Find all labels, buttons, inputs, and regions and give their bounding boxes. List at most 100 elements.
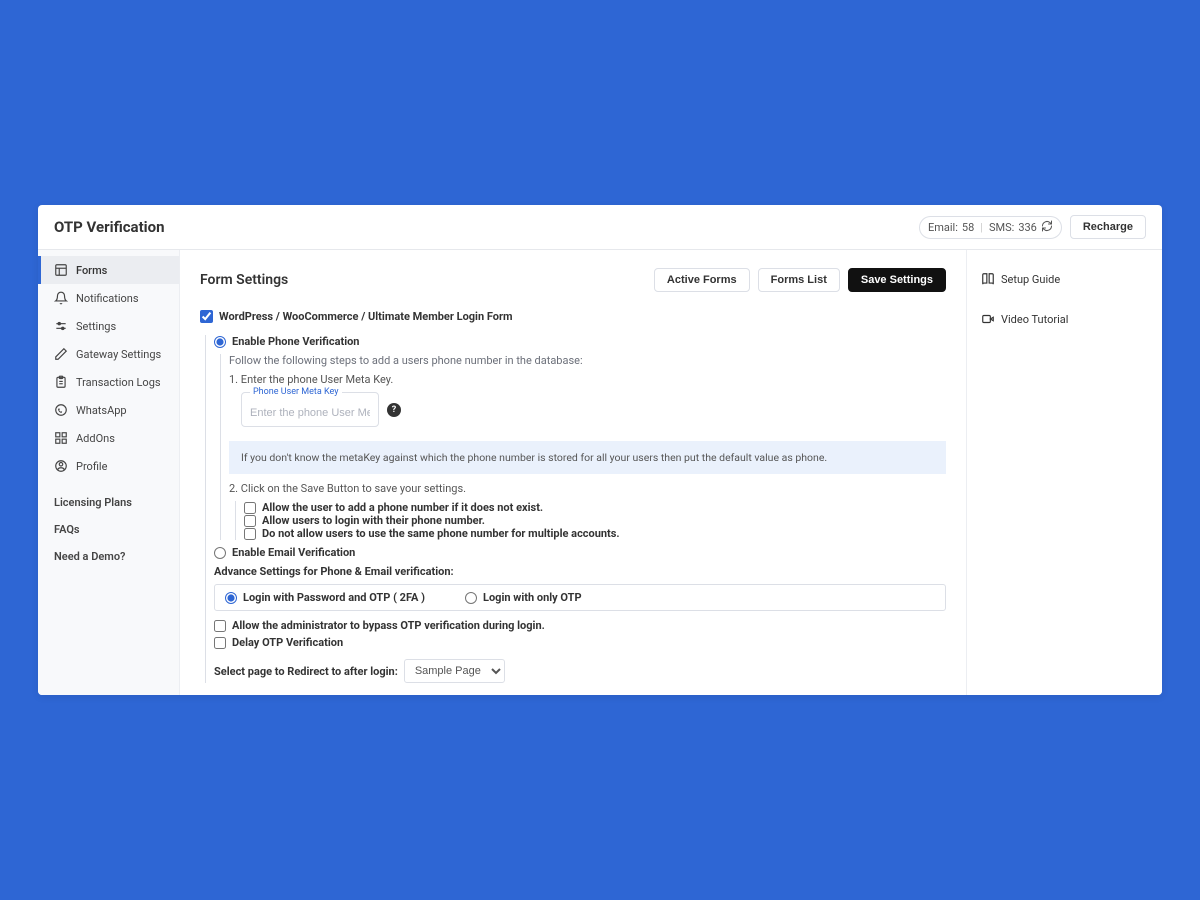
forms-icon	[54, 263, 68, 277]
quota-sms-value: 336	[1018, 221, 1037, 234]
sidebar-item-label: Transaction Logs	[76, 376, 161, 389]
header-right: Email: 58 | SMS: 336 Recharge	[919, 215, 1146, 239]
app-window: OTP Verification Email:58 | SMS: 336 Rec…	[38, 205, 1162, 695]
form-tree: Enable Phone Verification Follow the fol…	[205, 335, 946, 683]
opt-2fa-row: Login with Password and OTP ( 2FA )	[225, 591, 425, 604]
disallow-same-phone-row: Do not allow users to use the same phone…	[244, 527, 946, 540]
advanced-options: Login with Password and OTP ( 2FA ) Logi…	[214, 584, 946, 611]
quota-separator: |	[980, 221, 983, 234]
meta-key-input-group: Phone User Meta Key ?	[241, 392, 401, 427]
allow-login-phone-checkbox[interactable]	[244, 515, 256, 527]
admin-bypass-row: Allow the administrator to bypass OTP ve…	[214, 619, 946, 632]
rail-setup-guide-label: Setup Guide	[1001, 273, 1060, 286]
allow-add-phone-label: Allow the user to add a phone number if …	[262, 501, 543, 514]
info-banner: If you don't know the metaKey against wh…	[229, 441, 946, 474]
meta-key-input[interactable]	[250, 407, 370, 419]
content-header: Form Settings Active Forms Forms List Sa…	[200, 268, 946, 292]
delay-otp-checkbox[interactable]	[214, 637, 226, 649]
rail-setup-guide[interactable]: Setup Guide	[981, 272, 1146, 286]
app-header: OTP Verification Email:58 | SMS: 336 Rec…	[38, 205, 1162, 250]
enable-phone-row: Enable Phone Verification	[214, 335, 946, 348]
sidebar-item-label: Profile	[76, 460, 107, 473]
sidebar-item-addons[interactable]: AddOns	[38, 424, 179, 452]
allow-login-phone-row: Allow users to login with their phone nu…	[244, 514, 946, 527]
sidebar-item-label: Notifications	[76, 292, 139, 305]
enable-email-radio[interactable]	[214, 547, 226, 559]
quota-pill: Email: 58 | SMS: 336	[919, 216, 1062, 239]
form-name: WordPress / WooCommerce / Ultimate Membe…	[219, 310, 513, 323]
form-enable-checkbox[interactable]	[200, 310, 213, 323]
sidebar-item-settings[interactable]: Settings	[38, 312, 179, 340]
sidebar-item-profile[interactable]: Profile	[38, 452, 179, 480]
recharge-button[interactable]: Recharge	[1070, 215, 1146, 239]
app-body: Forms Notifications Settings Gateway Set…	[38, 250, 1162, 695]
phone-subtree: Follow the following steps to add a user…	[220, 354, 946, 540]
sidebar-item-label: Settings	[76, 320, 116, 333]
allow-add-phone-checkbox[interactable]	[244, 502, 256, 514]
form-enable-row: WordPress / WooCommerce / Ultimate Membe…	[200, 310, 946, 323]
active-forms-button[interactable]: Active Forms	[654, 268, 750, 292]
clipboard-icon	[54, 375, 68, 389]
after-advanced: Allow the administrator to bypass OTP ve…	[214, 619, 946, 649]
bell-icon	[54, 291, 68, 305]
delay-otp-label: Delay OTP Verification	[232, 636, 343, 649]
refresh-icon[interactable]	[1041, 220, 1053, 235]
opt-2fa-label: Login with Password and OTP ( 2FA )	[243, 591, 425, 604]
grid-icon	[54, 431, 68, 445]
sidebar-item-label: WhatsApp	[76, 404, 127, 417]
step-1: 1. Enter the phone User Meta Key.	[229, 373, 946, 386]
sidebar-item-label: AddOns	[76, 432, 115, 445]
sidebar-link-faqs[interactable]: FAQs	[38, 516, 179, 543]
sidebar-link-need-demo[interactable]: Need a Demo?	[38, 543, 179, 570]
opt-2fa-radio[interactable]	[225, 592, 237, 604]
disallow-same-phone-checkbox[interactable]	[244, 528, 256, 540]
allow-add-phone-row: Allow the user to add a phone number if …	[244, 501, 946, 514]
video-icon	[981, 312, 995, 326]
enable-phone-label: Enable Phone Verification	[232, 335, 359, 348]
pen-icon	[54, 347, 68, 361]
rail-video-tutorial-label: Video Tutorial	[1001, 313, 1068, 326]
enable-email-label: Enable Email Verification	[232, 546, 355, 559]
opt-only-otp-label: Login with only OTP	[483, 591, 582, 604]
sidebar-link-licensing-plans[interactable]: Licensing Plans	[38, 489, 179, 516]
quota-email-value: 58	[962, 221, 974, 234]
admin-bypass-label: Allow the administrator to bypass OTP ve…	[232, 619, 545, 632]
opt-only-otp-radio[interactable]	[465, 592, 477, 604]
sidebar-item-forms[interactable]: Forms	[38, 256, 179, 284]
delay-otp-row: Delay OTP Verification	[214, 636, 946, 649]
quota-sms-label: SMS:	[989, 221, 1014, 234]
sidebar-item-whatsapp[interactable]: WhatsApp	[38, 396, 179, 424]
sidebar-divider	[38, 486, 179, 487]
phone-steps-intro: Follow the following steps to add a user…	[229, 354, 946, 367]
sidebar-item-notifications[interactable]: Notifications	[38, 284, 179, 312]
step-2: 2. Click on the Save Button to save your…	[229, 482, 946, 495]
sliders-icon	[54, 319, 68, 333]
quota-email-label: Email:	[928, 221, 958, 234]
content-title: Form Settings	[200, 272, 288, 288]
main: Form Settings Active Forms Forms List Sa…	[180, 250, 1162, 695]
redirect-label: Select page to Redirect to after login:	[214, 665, 398, 678]
meta-key-field: Phone User Meta Key	[241, 392, 379, 427]
advanced-settings-title: Advance Settings for Phone & Email verif…	[214, 565, 946, 578]
right-rail: Setup Guide Video Tutorial	[966, 250, 1162, 695]
save-settings-button[interactable]: Save Settings	[848, 268, 946, 292]
opt-only-otp-row: Login with only OTP	[465, 591, 582, 604]
sidebar-item-label: Gateway Settings	[76, 348, 161, 361]
disallow-same-phone-label: Do not allow users to use the same phone…	[262, 527, 620, 540]
redirect-select[interactable]: Sample Page	[404, 659, 505, 683]
book-icon	[981, 272, 995, 286]
rail-video-tutorial[interactable]: Video Tutorial	[981, 312, 1146, 326]
help-icon[interactable]: ?	[387, 403, 401, 417]
sidebar-item-transaction-logs[interactable]: Transaction Logs	[38, 368, 179, 396]
enable-phone-radio[interactable]	[214, 336, 226, 348]
forms-list-button[interactable]: Forms List	[758, 268, 840, 292]
sidebar: Forms Notifications Settings Gateway Set…	[38, 250, 180, 695]
content-header-buttons: Active Forms Forms List Save Settings	[654, 268, 946, 292]
allow-login-phone-label: Allow users to login with their phone nu…	[262, 514, 485, 527]
sidebar-item-gateway-settings[interactable]: Gateway Settings	[38, 340, 179, 368]
user-icon	[54, 459, 68, 473]
content: Form Settings Active Forms Forms List Sa…	[180, 250, 966, 695]
admin-bypass-checkbox[interactable]	[214, 620, 226, 632]
meta-key-float-label: Phone User Meta Key	[250, 387, 342, 397]
phone-options-subtree: Allow the user to add a phone number if …	[235, 501, 946, 540]
